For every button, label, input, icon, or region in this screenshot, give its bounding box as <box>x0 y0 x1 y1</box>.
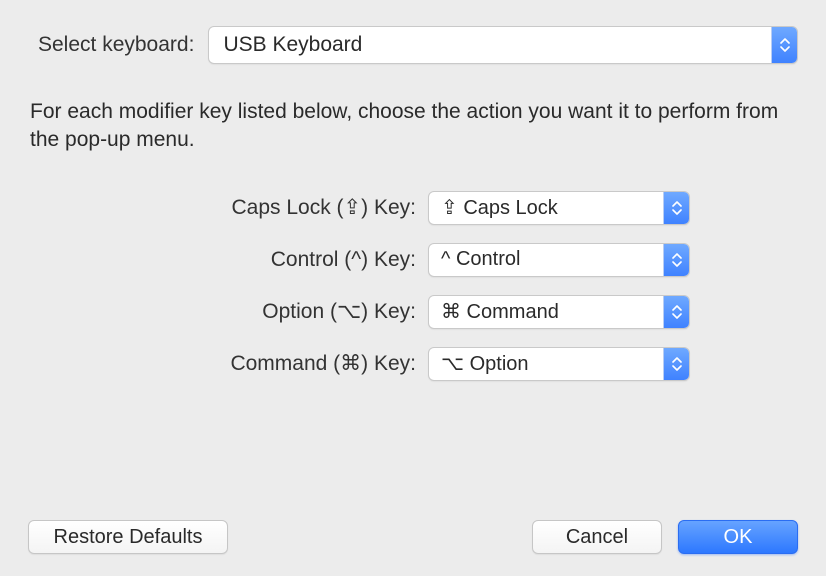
control-popup[interactable]: ^ Control <box>428 243 690 277</box>
ok-button[interactable]: OK <box>678 520 798 554</box>
modifier-rows: Caps Lock (⇪) Key: ⇪ Caps Lock Control (… <box>28 191 798 381</box>
select-keyboard-label: Select keyboard: <box>28 33 194 57</box>
select-keyboard-value: USB Keyboard <box>209 33 771 57</box>
restore-defaults-button[interactable]: Restore Defaults <box>28 520 228 554</box>
option-label: Option (⌥) Key: <box>28 299 428 324</box>
select-keyboard-popup[interactable]: USB Keyboard <box>208 26 798 64</box>
command-popup[interactable]: ⌥ Option <box>428 347 690 381</box>
button-row: Restore Defaults Cancel OK <box>0 520 826 554</box>
popup-arrows-icon <box>663 192 689 224</box>
control-row: Control (^) Key: ^ Control <box>28 243 798 277</box>
caps-lock-value: ⇪ Caps Lock <box>429 195 663 220</box>
command-row: Command (⌘) Key: ⌥ Option <box>28 347 798 381</box>
control-label: Control (^) Key: <box>28 248 428 272</box>
popup-arrows-icon <box>663 244 689 276</box>
popup-arrows-icon <box>663 348 689 380</box>
option-row: Option (⌥) Key: ⌘ Command <box>28 295 798 329</box>
cancel-button[interactable]: Cancel <box>532 520 662 554</box>
caps-lock-label: Caps Lock (⇪) Key: <box>28 195 428 220</box>
caps-lock-row: Caps Lock (⇪) Key: ⇪ Caps Lock <box>28 191 798 225</box>
control-value: ^ Control <box>429 248 663 271</box>
select-keyboard-row: Select keyboard: USB Keyboard <box>28 26 798 64</box>
description-text: For each modifier key listed below, choo… <box>28 98 798 155</box>
popup-arrows-icon <box>663 296 689 328</box>
dialog-content: Select keyboard: USB Keyboard For each m… <box>0 0 826 381</box>
command-label: Command (⌘) Key: <box>28 351 428 376</box>
command-value: ⌥ Option <box>429 351 663 376</box>
option-value: ⌘ Command <box>429 299 663 324</box>
option-popup[interactable]: ⌘ Command <box>428 295 690 329</box>
popup-arrows-icon <box>771 27 797 63</box>
caps-lock-popup[interactable]: ⇪ Caps Lock <box>428 191 690 225</box>
